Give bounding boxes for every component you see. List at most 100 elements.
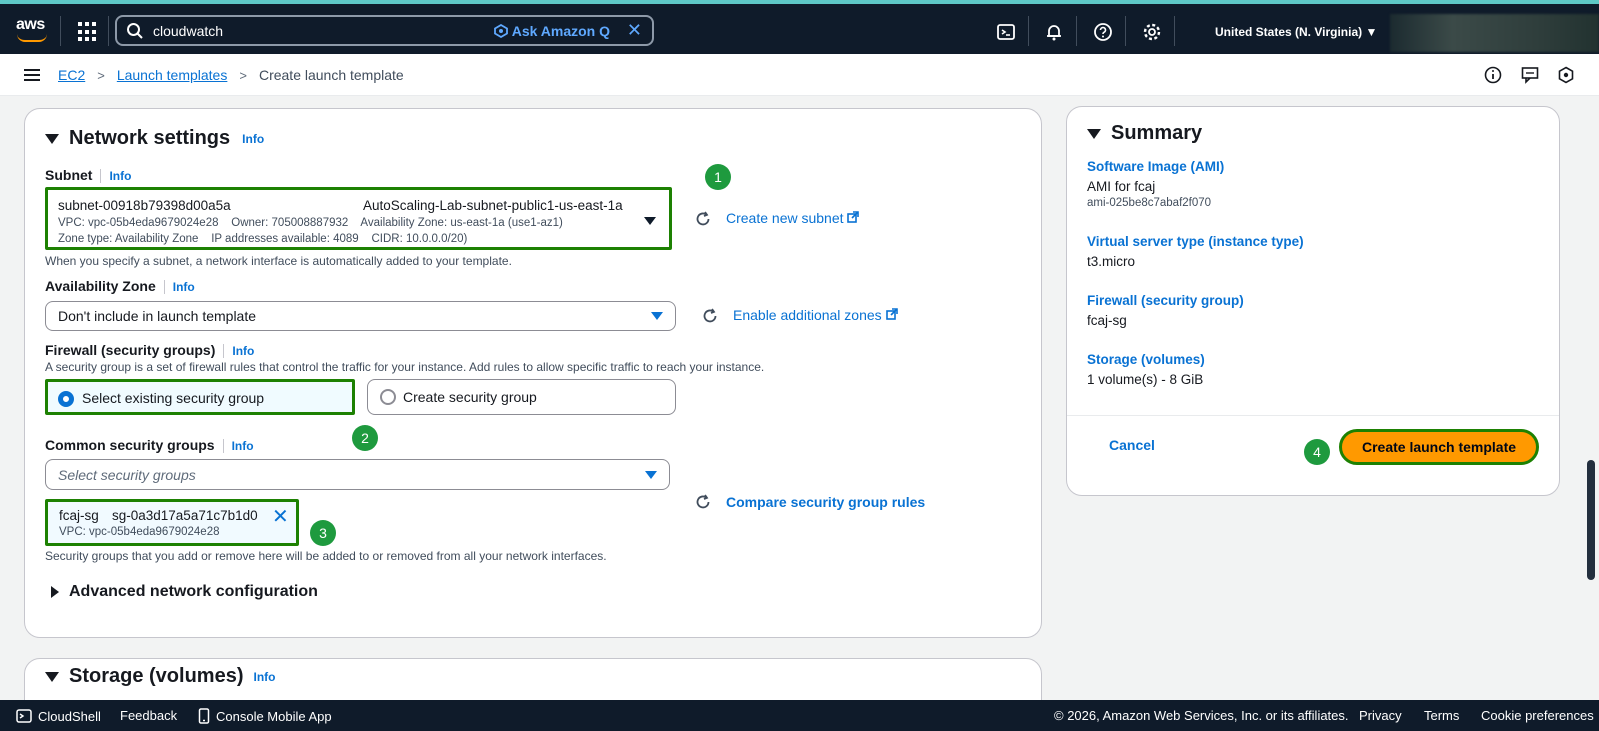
create-new-subnet-link[interactable]: Create new subnet bbox=[726, 210, 860, 226]
network-info-link[interactable]: Info bbox=[242, 132, 264, 146]
console-mobile-app-label: Console Mobile App bbox=[216, 708, 332, 724]
summary-firewall-link[interactable]: Firewall (security group) bbox=[1087, 293, 1244, 308]
refresh-subnets-icon[interactable] bbox=[694, 210, 712, 228]
common-sg-hint: Security groups that you add or remove h… bbox=[45, 549, 607, 563]
notifications-bell-icon[interactable] bbox=[1044, 20, 1064, 44]
create-sg-option[interactable]: Create security group bbox=[367, 379, 676, 415]
subnet-label: Subnet bbox=[45, 167, 93, 183]
radio-unselected[interactable] bbox=[380, 389, 396, 405]
chevron-down-icon bbox=[644, 217, 656, 225]
footer-bar: CloudShell Feedback Console Mobile App ©… bbox=[0, 700, 1599, 731]
common-sg-label: Common security groups bbox=[45, 437, 215, 453]
page-scrollbar[interactable] bbox=[1583, 96, 1599, 700]
search-input[interactable]: cloudwatch Ask Amazon Q ✕ bbox=[115, 15, 654, 46]
remove-sg-icon[interactable]: ✕ bbox=[272, 504, 289, 529]
common-sg-info-link[interactable]: Info bbox=[232, 439, 254, 453]
cookie-preferences-link[interactable]: Cookie preferences bbox=[1481, 708, 1594, 723]
az-info-link[interactable]: Info bbox=[173, 280, 195, 294]
amazon-q-icon bbox=[493, 24, 508, 38]
privacy-link[interactable]: Privacy bbox=[1359, 708, 1402, 723]
search-icon bbox=[127, 23, 143, 39]
subnet-info-link[interactable]: Info bbox=[109, 169, 131, 183]
side-menu-icon[interactable] bbox=[24, 69, 40, 81]
create-launch-template-button[interactable]: Create launch template bbox=[1339, 429, 1539, 465]
help-icon[interactable] bbox=[1093, 20, 1113, 44]
breadcrumb-ec2[interactable]: EC2 bbox=[58, 67, 85, 83]
breadcrumb-launch-templates[interactable]: Launch templates bbox=[117, 67, 228, 83]
storage-info-link[interactable]: Info bbox=[253, 670, 275, 684]
chevron-down-icon: ▼ bbox=[1365, 25, 1378, 39]
ask-amazon-q-button[interactable]: Ask Amazon Q bbox=[493, 23, 610, 39]
security-groups-select[interactable]: Select security groups bbox=[45, 459, 670, 490]
network-settings-header[interactable]: Network settings Info bbox=[45, 127, 264, 150]
enable-additional-zones-label: Enable additional zones bbox=[733, 307, 882, 323]
select-existing-sg-option[interactable]: Select existing security group bbox=[45, 379, 355, 415]
settings-gear-icon[interactable] bbox=[1142, 20, 1162, 44]
step-badge-1: 1 bbox=[705, 164, 731, 190]
summary-ami-link[interactable]: Software Image (AMI) bbox=[1087, 159, 1224, 174]
clear-search-icon[interactable]: ✕ bbox=[627, 21, 642, 39]
feedback-link[interactable]: Feedback bbox=[120, 708, 177, 723]
cloudshell-icon bbox=[16, 709, 32, 723]
subnet-select[interactable]: subnet-00918b79398d00a5a AutoScaling-Lab… bbox=[45, 187, 672, 250]
expand-triangle-icon bbox=[51, 586, 59, 598]
refresh-zones-icon[interactable] bbox=[701, 307, 719, 325]
refresh-sg-icon[interactable] bbox=[694, 493, 712, 511]
create-sg-label: Create security group bbox=[403, 389, 537, 405]
divider bbox=[1028, 16, 1029, 46]
radio-selected[interactable] bbox=[58, 391, 74, 407]
firewall-info-link[interactable]: Info bbox=[232, 344, 254, 358]
external-link-icon bbox=[847, 211, 860, 223]
info-panel-icon[interactable] bbox=[1484, 66, 1502, 84]
divider bbox=[1174, 16, 1175, 46]
select-existing-sg-label: Select existing security group bbox=[82, 390, 265, 406]
advanced-network-config-toggle[interactable]: Advanced network configuration bbox=[51, 583, 318, 601]
summary-instance-type-link[interactable]: Virtual server type (instance type) bbox=[1087, 234, 1304, 249]
feedback-panel-icon[interactable] bbox=[1521, 66, 1539, 84]
summary-storage-value: 1 volume(s) - 8 GiB bbox=[1087, 372, 1204, 387]
advanced-network-config-label: Advanced network configuration bbox=[69, 583, 318, 600]
step-badge-3: 3 bbox=[310, 520, 336, 546]
search-value: cloudwatch bbox=[153, 23, 224, 39]
storage-header[interactable]: Storage (volumes) Info bbox=[45, 665, 275, 688]
divider bbox=[1125, 16, 1126, 46]
console-mobile-app-link[interactable]: Console Mobile App bbox=[198, 708, 332, 724]
divider bbox=[108, 16, 109, 46]
divider bbox=[1067, 415, 1559, 416]
create-new-subnet-label: Create new subnet bbox=[726, 210, 844, 226]
summary-header[interactable]: Summary bbox=[1087, 122, 1202, 145]
compare-sg-rules-link[interactable]: Compare security group rules bbox=[726, 494, 925, 510]
breadcrumb-bar: EC2 > Launch templates > Create launch t… bbox=[0, 54, 1599, 96]
collapse-triangle-icon bbox=[45, 671, 59, 682]
step-badge-2: 2 bbox=[352, 425, 378, 451]
cloudshell-button[interactable]: CloudShell bbox=[16, 708, 101, 724]
account-menu[interactable] bbox=[1390, 14, 1599, 52]
region-selector[interactable]: United States (N. Virginia) ▼ bbox=[1215, 25, 1377, 39]
security-groups-placeholder: Select security groups bbox=[58, 467, 196, 483]
cloudshell-icon[interactable] bbox=[996, 20, 1016, 44]
summary-panel: Summary Software Image (AMI) AMI for fca… bbox=[1066, 106, 1560, 496]
terms-link[interactable]: Terms bbox=[1424, 708, 1459, 723]
availability-zone-select[interactable]: Don't include in launch template bbox=[45, 301, 676, 331]
ask-amazon-q-label: Ask Amazon Q bbox=[511, 23, 610, 39]
amazon-q-panel-icon[interactable] bbox=[1557, 66, 1575, 84]
subnet-details-line-2: Zone type: Availability Zone IP addresse… bbox=[58, 233, 468, 245]
scrollbar-thumb[interactable] bbox=[1587, 460, 1595, 580]
cloudshell-label: CloudShell bbox=[38, 708, 101, 724]
cancel-button[interactable]: Cancel bbox=[1109, 437, 1155, 453]
chevron-down-icon bbox=[651, 312, 663, 320]
subnet-name: AutoScaling-Lab-subnet-public1-us-east-1… bbox=[363, 198, 623, 213]
summary-storage-link[interactable]: Storage (volumes) bbox=[1087, 352, 1205, 367]
network-settings-title: Network settings bbox=[69, 127, 231, 149]
storage-title: Storage (volumes) bbox=[69, 665, 244, 687]
services-menu-icon[interactable] bbox=[78, 22, 98, 42]
aws-logo[interactable]: aws bbox=[16, 16, 50, 42]
subnet-hint: When you specify a subnet, a network int… bbox=[45, 254, 512, 268]
summary-firewall-value: fcaj-sg bbox=[1087, 313, 1127, 328]
external-link-icon bbox=[885, 308, 898, 320]
subnet-label-row: Subnet Info bbox=[45, 167, 131, 184]
summary-ami-value: AMI for fcaj bbox=[1087, 179, 1156, 194]
breadcrumb-current: Create launch template bbox=[258, 67, 404, 83]
subnet-details-line-1: VPC: vpc-05b4eda9679024e28 Owner: 705008… bbox=[58, 217, 563, 229]
enable-additional-zones-link[interactable]: Enable additional zones bbox=[733, 307, 898, 323]
